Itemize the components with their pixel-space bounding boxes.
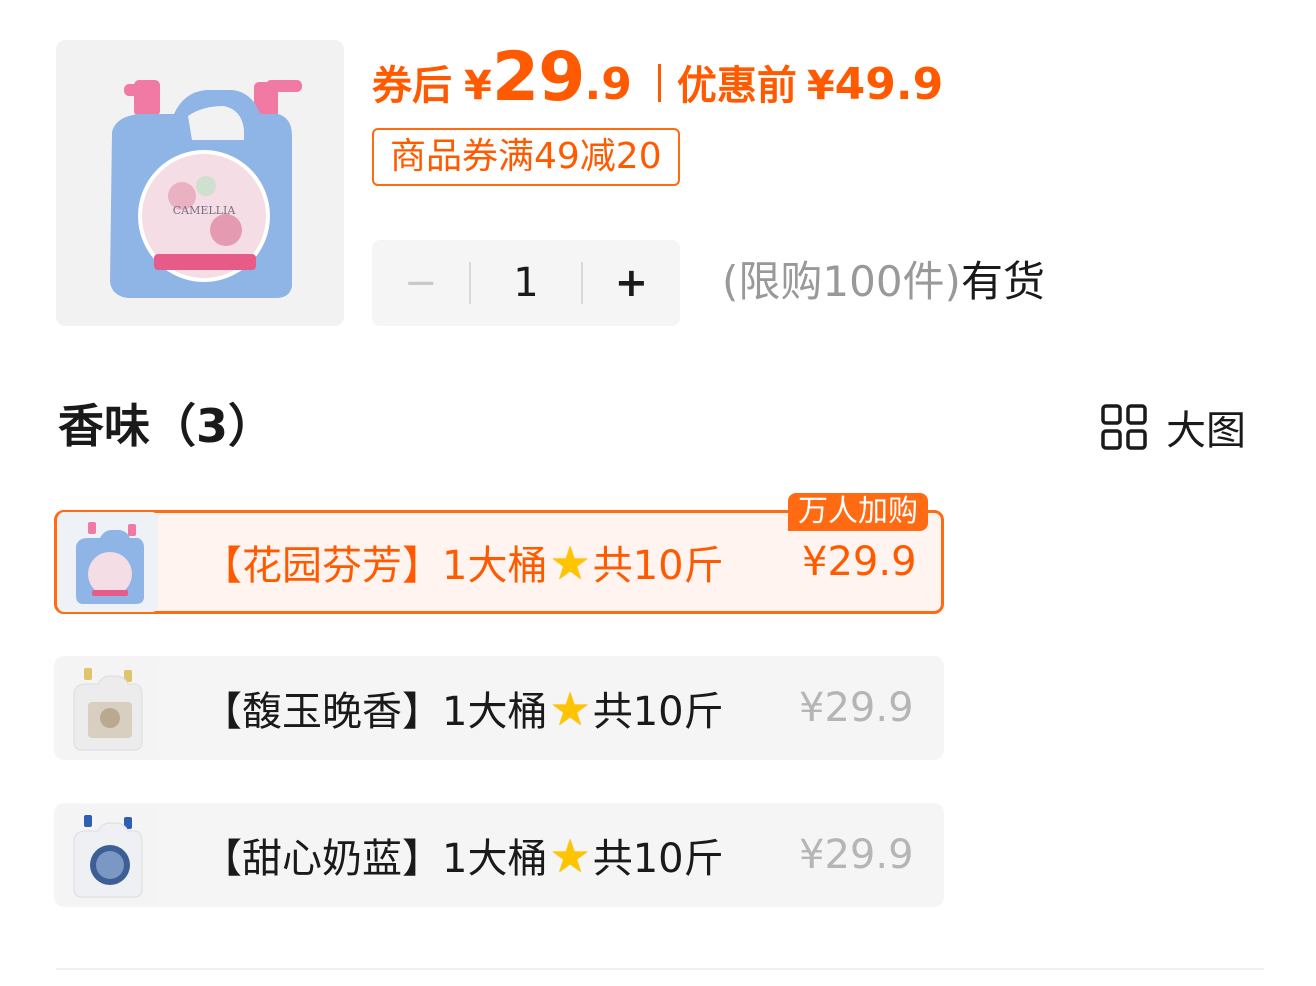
decrement-button[interactable]: − <box>372 260 469 306</box>
increment-button[interactable]: + <box>583 260 680 306</box>
quantity-stepper: − 1 + <box>372 240 680 326</box>
star-icon: ★ <box>549 682 591 736</box>
after-coupon-price-decimal: .9 <box>584 59 632 110</box>
original-price-label: 优惠前 <box>676 63 797 109</box>
svg-text:CAMELLIA: CAMELLIA <box>173 204 237 217</box>
popular-badge: 万人加购 <box>788 493 928 531</box>
white-blue-jug-icon <box>58 805 158 905</box>
star-icon: ★ <box>549 536 591 590</box>
purchase-limit: (限购100件) <box>722 257 961 306</box>
option-item-milk-blue[interactable]: 【甜心奶蓝】1大桶★共10斤 ¥29.9 <box>54 803 944 907</box>
option-name: 【花园芬芳】1大桶 <box>202 543 548 589</box>
price-row: 券后 ¥ 29 .9 优惠前 ¥ 49.9 <box>372 36 943 116</box>
original-currency-symbol: ¥ <box>806 63 835 109</box>
white-jug-icon <box>58 658 158 758</box>
star-icon: ★ <box>549 829 591 883</box>
large-view-label: 大图 <box>1166 408 1246 454</box>
coupon-tag[interactable]: 商品券满49减20 <box>372 128 680 186</box>
original-price: 49.9 <box>834 59 944 110</box>
option-name: 【馥玉晚香】1大桶 <box>202 689 548 735</box>
price-divider <box>657 64 661 102</box>
option-label: 【花园芬芳】1大桶★共10斤 <box>202 533 724 591</box>
option-item-evening[interactable]: 【馥玉晚香】1大桶★共10斤 ¥29.9 <box>54 656 944 760</box>
blue-jug-icon <box>58 512 158 612</box>
large-view-toggle[interactable]: 大图 <box>1100 400 1246 454</box>
section-title: 香味（3） <box>58 399 275 453</box>
option-thumbnail <box>58 805 158 905</box>
grid-view-icon <box>1101 404 1147 450</box>
option-price: ¥29.9 <box>799 685 914 731</box>
option-price: ¥29.9 <box>799 832 914 878</box>
laundry-jug-illustration: CAMELLIA <box>56 40 344 326</box>
option-thumbnail <box>58 658 158 758</box>
product-image[interactable]: CAMELLIA <box>56 40 344 326</box>
option-label: 【甜心奶蓝】1大桶★共10斤 <box>202 826 724 884</box>
bottom-divider <box>56 968 1264 970</box>
stock-info: (限购100件)有货 <box>722 250 1045 314</box>
option-price: ¥29.9 <box>802 539 917 585</box>
option-thumbnail <box>58 512 158 612</box>
quantity-value[interactable]: 1 <box>471 260 580 306</box>
option-weight: 共10斤 <box>592 543 724 589</box>
option-label: 【馥玉晚香】1大桶★共10斤 <box>202 679 724 737</box>
after-coupon-label: 券后 <box>372 63 452 109</box>
option-weight: 共10斤 <box>592 836 724 882</box>
currency-symbol: ¥ <box>464 63 492 109</box>
stock-status: 有货 <box>960 257 1045 306</box>
after-coupon-price-integer: 29 <box>491 38 586 117</box>
option-name: 【甜心奶蓝】1大桶 <box>202 836 548 882</box>
option-weight: 共10斤 <box>592 689 724 735</box>
